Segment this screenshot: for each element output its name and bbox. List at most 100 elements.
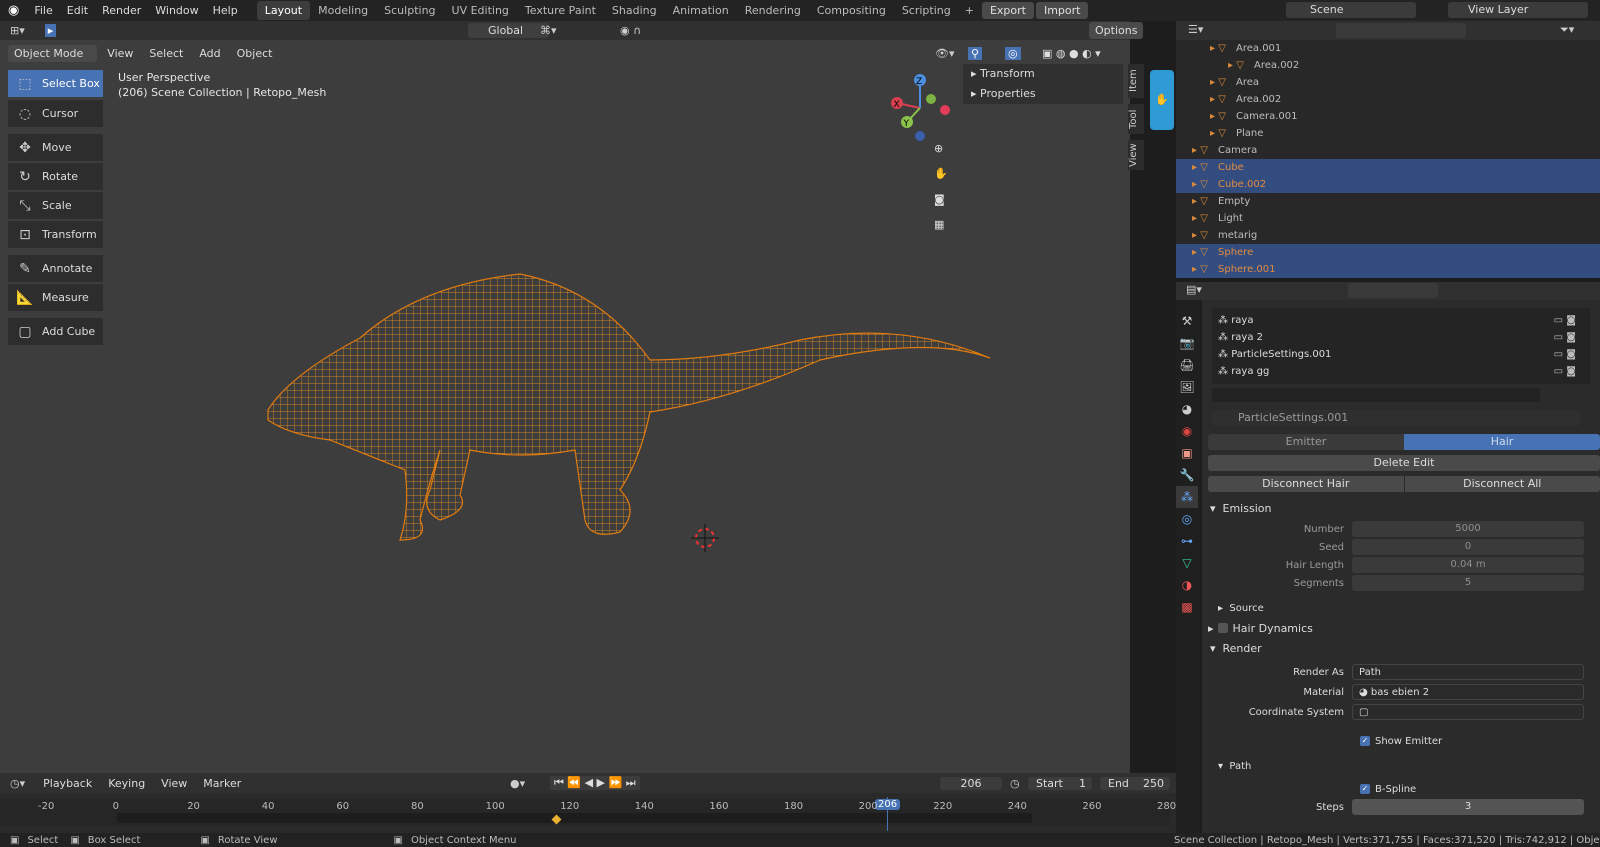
menu-view[interactable]: View	[101, 45, 139, 62]
coordinate-system-field[interactable]: ▢	[1352, 704, 1584, 720]
tool-select-icon[interactable]: ▸	[44, 24, 57, 37]
tool-props-icon[interactable]: ⚒	[1176, 310, 1198, 332]
navigation-gizmo[interactable]: Z X Y	[885, 68, 955, 148]
render-panel-header[interactable]: ▾ Render	[1202, 638, 1600, 658]
scene-selector[interactable]: Scene	[1286, 2, 1416, 18]
seed-field[interactable]: 0	[1352, 539, 1584, 555]
material-props-icon[interactable]: ◑	[1176, 574, 1198, 596]
tab-uv-editing[interactable]: UV Editing	[444, 1, 517, 20]
tool-annotate[interactable]: ✎ Annotate	[8, 255, 103, 282]
particle-list-filter[interactable]	[1212, 388, 1540, 402]
gizmo-toggle-icon[interactable]: ⚲	[968, 46, 983, 60]
editor-type-icon[interactable]: ⊞▾	[10, 24, 25, 37]
particle-system-item[interactable]: ⁂ raya ▭ ◙	[1212, 312, 1590, 329]
tool-scale[interactable]: ⤡ Scale	[8, 192, 103, 219]
menu-help[interactable]: Help	[206, 4, 245, 17]
emission-panel-header[interactable]: ▾ Emission	[1202, 498, 1600, 518]
source-subpanel[interactable]: ▸ Source	[1202, 598, 1600, 618]
delete-edit-button[interactable]: Delete Edit	[1208, 455, 1600, 471]
overlay-toggle-icon[interactable]: ◎	[1005, 46, 1021, 60]
particle-system-item[interactable]: ⁂ ParticleSettings.001 ▭ ◙	[1212, 346, 1590, 363]
npanel-tab-tool[interactable]: Tool	[1128, 104, 1144, 134]
render-visibility-icon[interactable]: ▭ ◙	[1554, 312, 1576, 329]
outliner-row[interactable]: ▸ ▽ Light	[1176, 210, 1600, 227]
menu-window[interactable]: Window	[148, 4, 205, 17]
playback-menu[interactable]: Playback	[37, 775, 98, 792]
bspline-row[interactable]: ✓ B-Spline	[1202, 780, 1600, 798]
camera-view-icon[interactable]: ◙	[934, 193, 945, 206]
hair-dynamics-checkbox[interactable]	[1217, 623, 1228, 633]
playhead-frame-label[interactable]: 206	[875, 799, 901, 810]
ortho-grid-icon[interactable]: ▦	[934, 218, 944, 231]
segments-field[interactable]: 5	[1352, 575, 1584, 591]
render-visibility-icon[interactable]: ▭ ◙	[1554, 329, 1576, 346]
render-as-dropdown[interactable]: Path	[1352, 664, 1584, 680]
view-layer-icon[interactable]: 🖼	[1176, 376, 1198, 398]
proportional-edit-icon[interactable]: ◉ ∩	[620, 24, 641, 37]
playback-controls[interactable]: ⏮ ⏪ ◀ ▶ ⏩ ⏭	[550, 776, 640, 790]
menu-file[interactable]: File	[27, 4, 59, 17]
tool-add-cube[interactable]: ▢ Add Cube	[8, 318, 103, 345]
outliner-row[interactable]: ▸ ▽ Plane	[1176, 125, 1600, 142]
tab-texture-paint[interactable]: Texture Paint	[517, 1, 604, 20]
auto-key-icon[interactable]: ●▾	[510, 777, 525, 790]
current-frame-field[interactable]: 206	[940, 776, 1002, 790]
npanel-properties[interactable]: ▸ Properties	[963, 84, 1123, 104]
export-button[interactable]: Export	[981, 2, 1034, 19]
outliner-row[interactable]: ▸ ▽ Sphere	[1176, 244, 1600, 261]
tool-rotate[interactable]: ↻ Rotate	[8, 163, 103, 190]
outliner-row[interactable]: ▸ ▽ Camera	[1176, 142, 1600, 159]
outliner[interactable]: ▸ ▽ Area.001 ▸ ▽ Area.002 ▸ ▽ Area ▸ ▽ Area.002…	[1176, 40, 1600, 278]
add-workspace-icon[interactable]: +	[959, 4, 980, 17]
steps-field[interactable]: 3	[1352, 799, 1584, 815]
tab-sculpting[interactable]: Sculpting	[376, 1, 443, 20]
path-subpanel-header[interactable]: ▾ Path	[1202, 756, 1600, 776]
start-frame-field[interactable]: Start 1	[1028, 776, 1092, 790]
view-layer-selector[interactable]: View Layer	[1448, 2, 1588, 18]
tool-move[interactable]: ✥ Move	[8, 134, 103, 161]
properties-editor-icon[interactable]: ▤▾	[1186, 283, 1202, 296]
outliner-row[interactable]: ▸ ▽ Area.002	[1176, 57, 1600, 74]
hair-dynamics-panel[interactable]: ▸ Hair Dynamics	[1202, 618, 1600, 638]
visibility-icon[interactable]: 👁▾	[935, 47, 955, 60]
tab-scripting[interactable]: Scripting	[894, 1, 959, 20]
physics-props-icon[interactable]: ◎	[1176, 508, 1198, 530]
timeline-editor-icon[interactable]: ◷▾	[10, 777, 25, 790]
3d-cursor-icon[interactable]	[691, 524, 719, 552]
tab-compositing[interactable]: Compositing	[809, 1, 894, 20]
menu-render[interactable]: Render	[95, 4, 148, 17]
bspline-checkbox[interactable]: ✓	[1360, 784, 1370, 794]
menu-edit[interactable]: Edit	[60, 4, 95, 17]
constraint-props-icon[interactable]: ⊶	[1176, 530, 1198, 552]
particle-system-list[interactable]: ⁂ raya ▭ ◙ ⁂ raya 2 ▭ ◙ ⁂ ParticleSettings.0…	[1212, 308, 1590, 384]
render-visibility-icon[interactable]: ▭ ◙	[1554, 346, 1576, 363]
zoom-icon[interactable]: ⊕	[934, 142, 943, 155]
outliner-row[interactable]: ▸ ▽ Area.001	[1176, 40, 1600, 57]
import-button[interactable]: Import	[1035, 2, 1089, 19]
retopo-mesh-wireframe[interactable]	[0, 40, 1130, 773]
3d-viewport[interactable]: Z X Y ⊕ ✋ ◙ ▦	[0, 40, 1130, 773]
npanel-transform[interactable]: ▸ Transform	[963, 64, 1123, 84]
output-props-icon[interactable]: 🖨	[1176, 354, 1198, 376]
pan-hand-icon[interactable]: ✋	[934, 167, 948, 180]
outliner-search-field[interactable]	[1336, 23, 1466, 38]
render-props-icon[interactable]: 📷	[1176, 332, 1198, 354]
hair-length-field[interactable]: 0.04 m	[1352, 557, 1584, 573]
particle-props-icon[interactable]: ⁂	[1176, 486, 1198, 508]
tab-layout[interactable]: Layout	[256, 1, 311, 20]
disconnect-hair-button[interactable]: Disconnect Hair	[1208, 476, 1405, 492]
object-mode-dropdown[interactable]: Object Mode	[8, 44, 98, 62]
type-emitter-button[interactable]: Emitter	[1208, 434, 1404, 450]
filter-icon[interactable]: ⏷▾	[1560, 23, 1574, 37]
blender-logo-icon[interactable]: ◉	[0, 3, 27, 18]
show-emitter-checkbox[interactable]: ✓	[1360, 736, 1370, 746]
outliner-row[interactable]: ▸ ▽ Camera.001	[1176, 108, 1600, 125]
properties-search-field[interactable]	[1348, 283, 1438, 298]
particle-system-item[interactable]: ⁂ raya gg ▭ ◙	[1212, 363, 1590, 380]
world-props-icon[interactable]: ◉	[1176, 420, 1198, 442]
tab-animation[interactable]: Animation	[665, 1, 737, 20]
tool-measure[interactable]: 📐 Measure	[8, 284, 103, 311]
outliner-row[interactable]: ▸ ▽ Cube.002	[1176, 176, 1600, 193]
type-hair-button[interactable]: Hair	[1404, 434, 1600, 450]
tool-select-box[interactable]: ⬚ Select Box	[8, 70, 103, 97]
